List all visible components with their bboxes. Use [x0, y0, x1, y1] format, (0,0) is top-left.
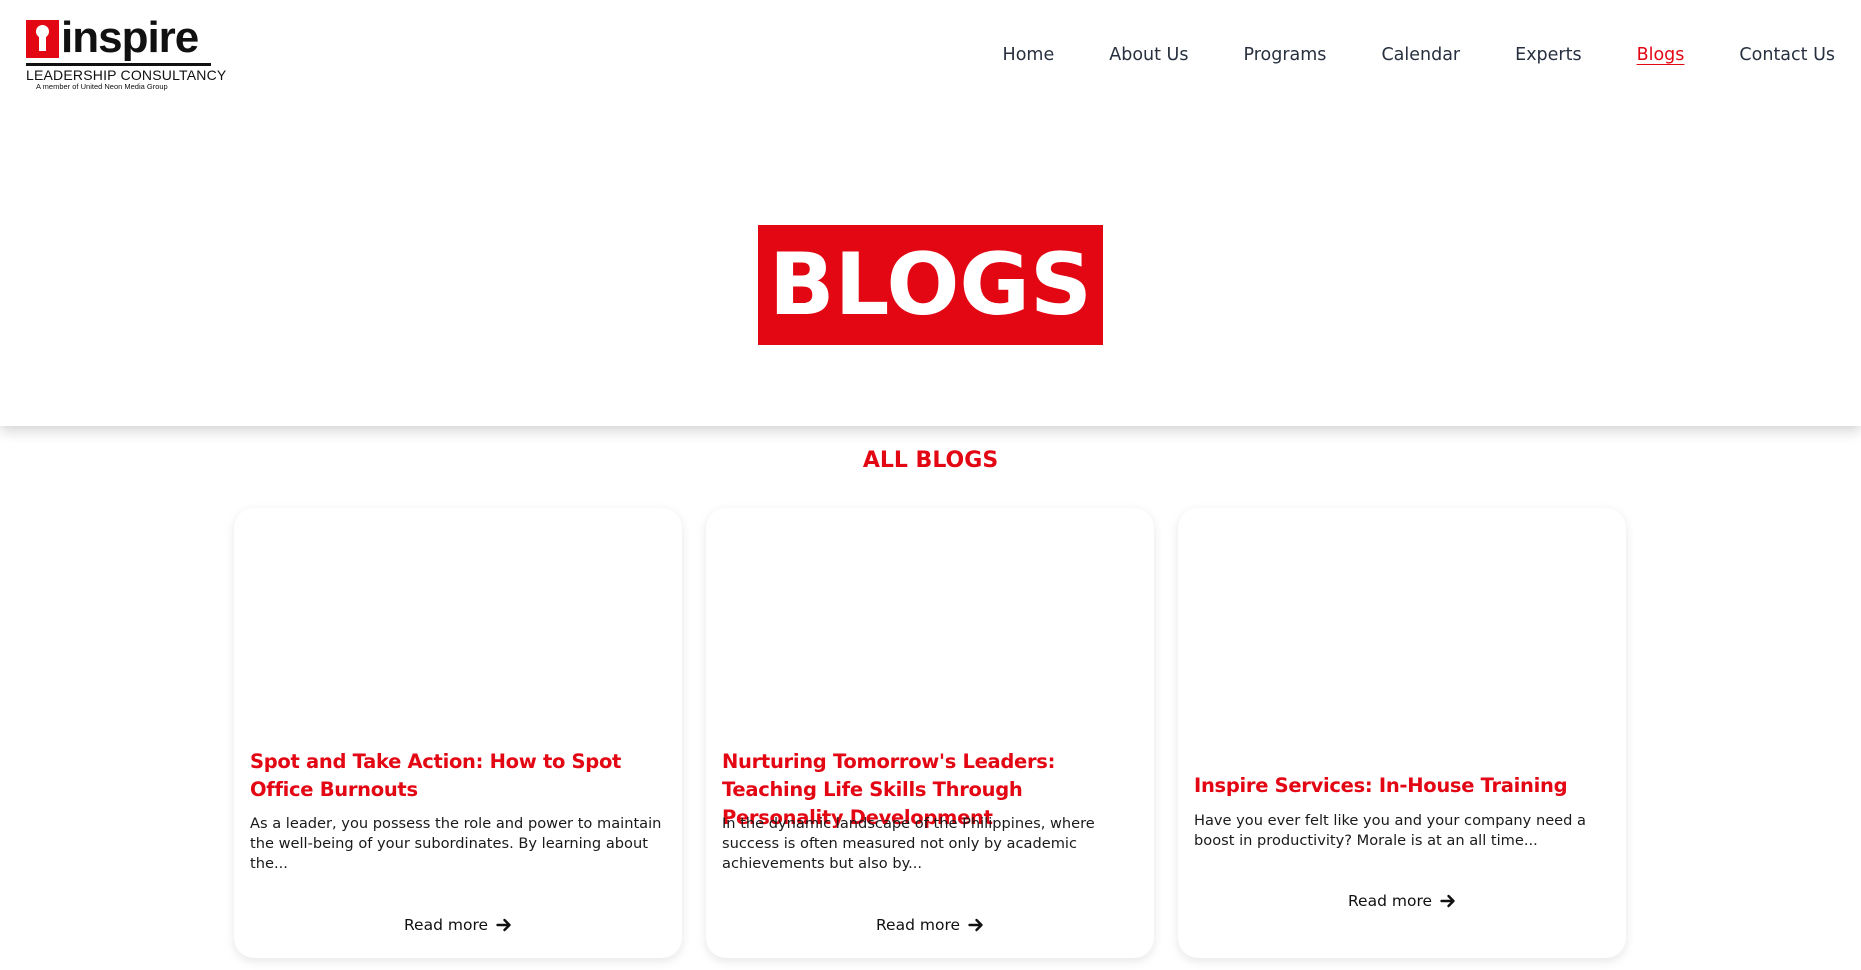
nav-item-home[interactable]: Home [1003, 45, 1055, 65]
arrow-right-icon [968, 918, 983, 932]
blog-card-excerpt: As a leader, you possess the role and po… [250, 815, 662, 872]
blog-card[interactable]: Inspire Services: In-House Training Have… [1178, 508, 1626, 958]
read-more-link[interactable]: Read more [234, 916, 682, 934]
nav-item-calendar[interactable]: Calendar [1381, 45, 1460, 65]
hero-title-badge: BLOGS [758, 225, 1103, 345]
blog-card-excerpt: Have you ever felt like you and your com… [1194, 812, 1587, 849]
blog-card-excerpt: In the dynamic landscape of the Philippi… [722, 815, 1095, 872]
read-more-label: Read more [1347, 892, 1433, 910]
main-nav: Home About Us Programs Calendar Experts … [1003, 42, 1835, 68]
read-more-link[interactable]: Read more [706, 916, 1154, 934]
read-more-label: Read more [403, 916, 489, 934]
section-title: ALL BLOGS [862, 448, 999, 473]
brand-logo[interactable]: inspire LEADERSHIP CONSULTANCY A member … [26, 13, 227, 92]
brand-name: inspire [61, 13, 199, 62]
nav-item-experts[interactable]: Experts [1515, 45, 1581, 65]
blog-card-title[interactable]: Inspire Services: In-House Training [1194, 772, 1614, 800]
nav-item-about-us[interactable]: About Us [1109, 45, 1188, 65]
hero-title: BLOGS [769, 235, 1092, 335]
hero-banner: BLOGS [0, 138, 1861, 426]
logo-top: inspire [26, 13, 216, 62]
site-header: inspire LEADERSHIP CONSULTANCY A member … [0, 0, 1861, 138]
nav-item-programs[interactable]: Programs [1243, 45, 1326, 65]
arrow-right-icon [1440, 894, 1455, 908]
nav-item-blogs[interactable]: Blogs [1637, 45, 1685, 65]
keyhole-icon [26, 20, 59, 58]
arrow-right-icon [496, 918, 511, 932]
brand-tagline: A member of United Neon Media Group [36, 82, 168, 91]
read-more-label: Read more [875, 916, 961, 934]
blog-card-list: Spot and Take Action: How to Spot Office… [234, 508, 1628, 958]
read-more-link[interactable]: Read more [1178, 892, 1626, 910]
blog-card-title[interactable]: Spot and Take Action: How to Spot Office… [250, 748, 670, 804]
brand-subtitle: LEADERSHIP CONSULTANCY [26, 67, 227, 83]
blog-card[interactable]: Nurturing Tomorrow's Leaders: Teaching L… [706, 508, 1154, 958]
blog-card[interactable]: Spot and Take Action: How to Spot Office… [234, 508, 682, 958]
logo-rule [26, 63, 211, 66]
nav-item-contact-us[interactable]: Contact Us [1739, 45, 1835, 65]
